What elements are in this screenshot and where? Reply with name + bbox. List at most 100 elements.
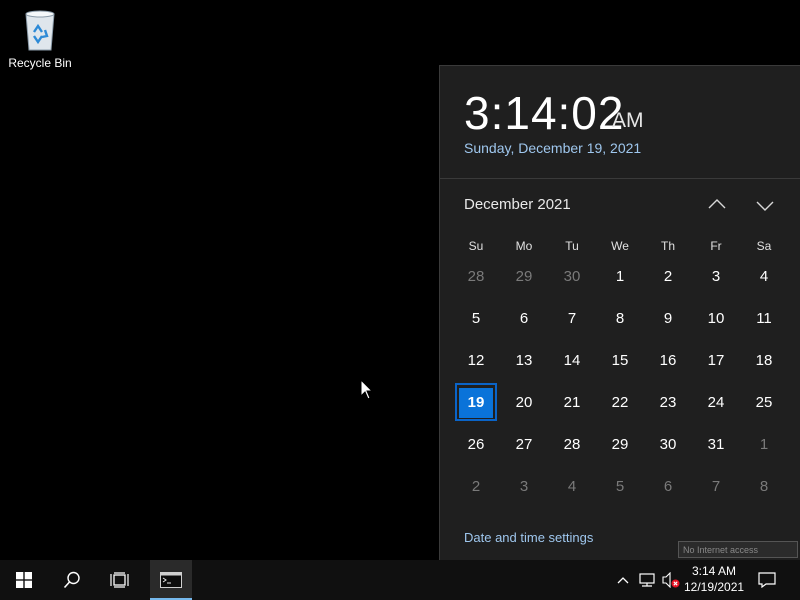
calendar-day[interactable]: 1 [596,256,644,298]
calendar-day-number: 28 [467,268,485,285]
clock-full-date[interactable]: Sunday, December 19, 2021 [464,140,641,156]
calendar-day[interactable]: 14 [548,340,596,382]
calendar-day-number: 5 [471,310,481,327]
notification-icon [758,572,776,588]
network-icon [639,573,655,587]
network-tooltip: No Internet access [678,541,798,558]
calendar-day[interactable]: 4 [548,466,596,508]
calendar-day[interactable]: 7 [692,466,740,508]
task-view-icon [110,572,129,588]
volume-tray-button[interactable] [660,570,682,590]
clock-time: 3:14:02 [464,87,625,139]
calendar-week-row: 5 6 7 8 9 10 11 [452,298,788,340]
calendar-day[interactable]: 3 [500,466,548,508]
calendar-day-number: 19 [459,388,493,418]
calendar-day[interactable]: 26 [452,424,500,466]
calendar-week-row: 26 27 28 29 30 31 1 [452,424,788,466]
calendar-day-number: 7 [711,478,721,495]
calendar-day[interactable]: 24 [692,382,740,424]
calendar-day[interactable]: 9 [644,298,692,340]
day-of-week-label: Mo [515,239,533,253]
calendar-day[interactable]: 15 [596,340,644,382]
calendar-day[interactable]: 29 [500,256,548,298]
calendar-day[interactable]: 16 [644,340,692,382]
calendar-day[interactable]: 29 [596,424,644,466]
calendar-day[interactable]: 8 [596,298,644,340]
calendar-day-number: 2 [663,268,673,285]
calendar-day[interactable]: 30 [644,424,692,466]
calendar-day-number: 11 [756,310,772,327]
calendar-week-row: 28 29 30 1 2 3 4 [452,256,788,298]
calendar-day-number: 26 [467,436,485,453]
calendar-day-number: 25 [755,394,773,411]
calendar-day[interactable]: 1 [740,424,788,466]
calendar-day[interactable]: 2 [452,466,500,508]
command-prompt-icon [160,572,182,588]
calendar-day-number: 29 [611,436,629,453]
calendar-week-row: 12 13 14 15 16 17 18 [452,340,788,382]
flyout-divider [440,178,800,179]
calendar-day[interactable]: 13 [500,340,548,382]
calendar-day-number: 4 [567,478,577,495]
calendar-day-number: 3 [711,268,721,285]
calendar-day-number: 15 [611,352,629,369]
previous-month-button[interactable] [704,193,730,217]
calendar-day[interactable]: 5 [596,466,644,508]
calendar-day[interactable]: 4 [740,256,788,298]
calendar-day-number: 4 [759,268,769,285]
calendar-day[interactable]: 10 [692,298,740,340]
show-hidden-icons-button[interactable] [614,570,632,590]
chevron-up-icon [708,199,726,209]
calendar-day[interactable]: 17 [692,340,740,382]
calendar-day-today[interactable]: 19 [452,382,500,424]
date-time-settings-link[interactable]: Date and time settings [464,530,593,545]
recycle-bin-shortcut[interactable]: Recycle Bin [6,8,74,70]
taskbar-clock[interactable]: 3:14 AM 12/19/2021 [684,563,744,595]
calendar-day[interactable]: 11 [740,298,788,340]
calendar-day[interactable]: 2 [644,256,692,298]
calendar-day[interactable]: 23 [644,382,692,424]
calendar-day[interactable]: 28 [548,424,596,466]
start-button[interactable] [0,560,48,600]
calendar-day-number: 21 [563,394,581,411]
network-tray-button[interactable] [636,570,658,590]
command-prompt-taskbar-button[interactable] [150,560,192,600]
day-of-week-label: Tu [565,239,579,253]
windows-logo-icon [16,572,32,588]
calendar-day-number: 16 [659,352,677,369]
calendar-month-title[interactable]: December 2021 [464,196,571,213]
recycle-bin-label: Recycle Bin [8,56,72,70]
calendar-day[interactable]: 7 [548,298,596,340]
calendar-day-number: 12 [467,352,485,369]
calendar-day[interactable]: 31 [692,424,740,466]
calendar-day[interactable]: 21 [548,382,596,424]
calendar-day-number: 30 [659,436,677,453]
day-of-week-label: Sa [756,239,772,253]
calendar-day[interactable]: 25 [740,382,788,424]
calendar-day-number: 5 [615,478,625,495]
day-of-week-label: Fr [710,239,722,253]
calendar-day[interactable]: 27 [500,424,548,466]
calendar-day[interactable]: 6 [500,298,548,340]
calendar-day[interactable]: 18 [740,340,788,382]
calendar-day-number: 29 [515,268,533,285]
calendar-day[interactable]: 6 [644,466,692,508]
calendar-grid: Su Mo Tu We Th Fr Sa 28 29 30 1 2 3 4 5 6 7 8 9 10 11 12 13 14… [452,236,788,508]
day-of-week-header: Su Mo Tu We Th Fr Sa [452,236,788,256]
calendar-day[interactable]: 28 [452,256,500,298]
calendar-day[interactable]: 5 [452,298,500,340]
calendar-day[interactable]: 3 [692,256,740,298]
calendar-day[interactable]: 22 [596,382,644,424]
calendar-day[interactable]: 30 [548,256,596,298]
calendar-day[interactable]: 12 [452,340,500,382]
calendar-day-number: 9 [663,310,673,327]
task-view-button[interactable] [96,560,144,600]
calendar-day[interactable]: 8 [740,466,788,508]
calendar-week-row: 19 20 21 22 23 24 25 [452,382,788,424]
next-month-button[interactable] [752,193,778,217]
calendar-day-number: 7 [567,310,577,327]
calendar-day[interactable]: 20 [500,382,548,424]
calendar-day-number: 22 [611,394,629,411]
search-button[interactable] [48,560,96,600]
action-center-button[interactable] [752,560,782,600]
